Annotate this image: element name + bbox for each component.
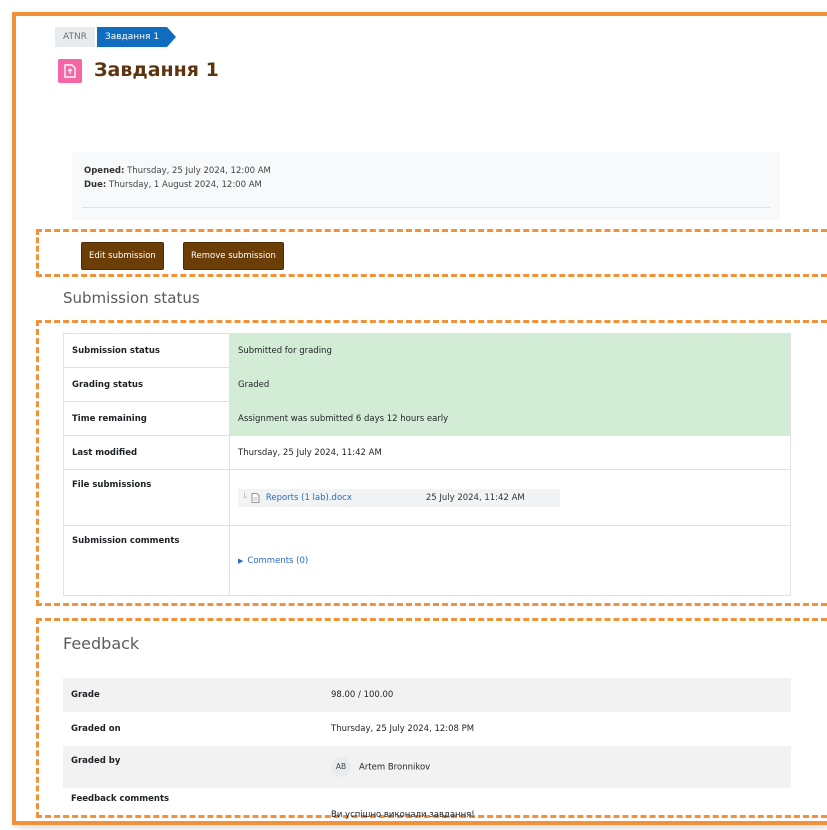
graded-by-value: AB Artem Bronnikov bbox=[323, 746, 791, 788]
table-row: Submission status Submitted for grading bbox=[63, 333, 791, 368]
row-label: Last modified bbox=[63, 435, 230, 470]
row-value: Submitted for grading bbox=[229, 333, 791, 368]
edit-submission-button[interactable]: Edit submission bbox=[81, 242, 164, 270]
table-row: Last modified Thursday, 25 July 2024, 11… bbox=[63, 435, 791, 470]
feedback-heading: Feedback bbox=[63, 634, 140, 653]
avatar: AB bbox=[331, 757, 351, 777]
breadcrumb-current[interactable]: Завдання 1 bbox=[96, 27, 177, 47]
feedback-comment-text: Ви успішно виконали завдання! bbox=[331, 810, 475, 820]
row-label: Graded on bbox=[71, 724, 121, 734]
comments-toggle[interactable]: ▶ Comments (0) bbox=[238, 556, 308, 566]
remove-submission-button[interactable]: Remove submission bbox=[183, 242, 284, 270]
due-value: Thursday, 1 August 2024, 12:00 AM bbox=[108, 180, 262, 190]
file-submission-item: └ Reports (1 lab).docx 25 July 2024, 11:… bbox=[238, 488, 560, 507]
table-row: File submissions └ Reports (1 lab).docx … bbox=[63, 469, 791, 526]
grade-value: 98.00 / 100.00 bbox=[323, 678, 791, 712]
tree-branch-icon: └ bbox=[242, 493, 247, 502]
row-label: Time remaining bbox=[63, 401, 230, 436]
table-row: Grading status Graded bbox=[63, 367, 791, 402]
row-label: Grading status bbox=[63, 367, 230, 402]
row-value: Thursday, 25 July 2024, 11:42 AM bbox=[229, 435, 791, 470]
feedback-comment: Ви успішно виконали завдання! bbox=[323, 788, 791, 820]
row-label: Grade bbox=[63, 678, 323, 712]
comments-link[interactable]: Comments (0) bbox=[247, 556, 308, 566]
divider bbox=[82, 207, 770, 208]
table-row: Graded on Thursday, 25 July 2024, 12:08 … bbox=[63, 712, 791, 746]
file-link[interactable]: Reports (1 lab).docx bbox=[266, 493, 426, 503]
dates-panel: Opened: Thursday, 25 July 2024, 12:00 AM… bbox=[72, 152, 780, 220]
grader-name[interactable]: Artem Bronnikov bbox=[359, 763, 430, 773]
feedback-table: Grade 98.00 / 100.00 Graded on Thursday,… bbox=[63, 678, 791, 820]
page-title: Завдання 1 bbox=[94, 59, 219, 81]
row-value: └ Reports (1 lab).docx 25 July 2024, 11:… bbox=[229, 469, 791, 526]
due-label: Due: bbox=[84, 180, 107, 190]
table-row: Feedback comments Ви успішно виконали за… bbox=[63, 788, 791, 820]
due-line: Due: Thursday, 1 August 2024, 12:00 AM bbox=[84, 180, 262, 190]
breadcrumb: ATNR Завдання 1 bbox=[55, 27, 177, 47]
file-date: 25 July 2024, 11:42 AM bbox=[425, 492, 525, 503]
submission-status-heading: Submission status bbox=[63, 289, 200, 307]
row-value: ▶ Comments (0) bbox=[229, 525, 791, 596]
row-value: Graded bbox=[229, 367, 791, 402]
opened-line: Opened: Thursday, 25 July 2024, 12:00 AM bbox=[84, 166, 271, 176]
document-icon bbox=[251, 492, 260, 503]
row-value: Assignment was submitted 6 days 12 hours… bbox=[229, 401, 791, 436]
graded-on-value: Thursday, 25 July 2024, 12:08 PM bbox=[331, 724, 475, 734]
row-label: Submission comments bbox=[63, 525, 230, 596]
submission-status-table: Submission status Submitted for grading … bbox=[63, 333, 791, 596]
breadcrumb-course[interactable]: ATNR bbox=[55, 27, 95, 47]
opened-value: Thursday, 25 July 2024, 12:00 AM bbox=[127, 166, 271, 176]
opened-label: Opened: bbox=[84, 166, 125, 176]
row-label: Feedback comments bbox=[71, 794, 170, 804]
row-label: Submission status bbox=[63, 333, 230, 368]
table-row: Submission comments ▶ Comments (0) bbox=[63, 525, 791, 596]
table-row: Graded by AB Artem Bronnikov bbox=[63, 746, 791, 788]
table-row: Time remaining Assignment was submitted … bbox=[63, 401, 791, 436]
assignment-icon bbox=[58, 59, 82, 83]
row-label: Graded by bbox=[63, 746, 323, 788]
row-label: File submissions bbox=[63, 469, 230, 526]
caret-right-icon: ▶ bbox=[238, 556, 244, 565]
table-row: Grade 98.00 / 100.00 bbox=[63, 678, 791, 712]
